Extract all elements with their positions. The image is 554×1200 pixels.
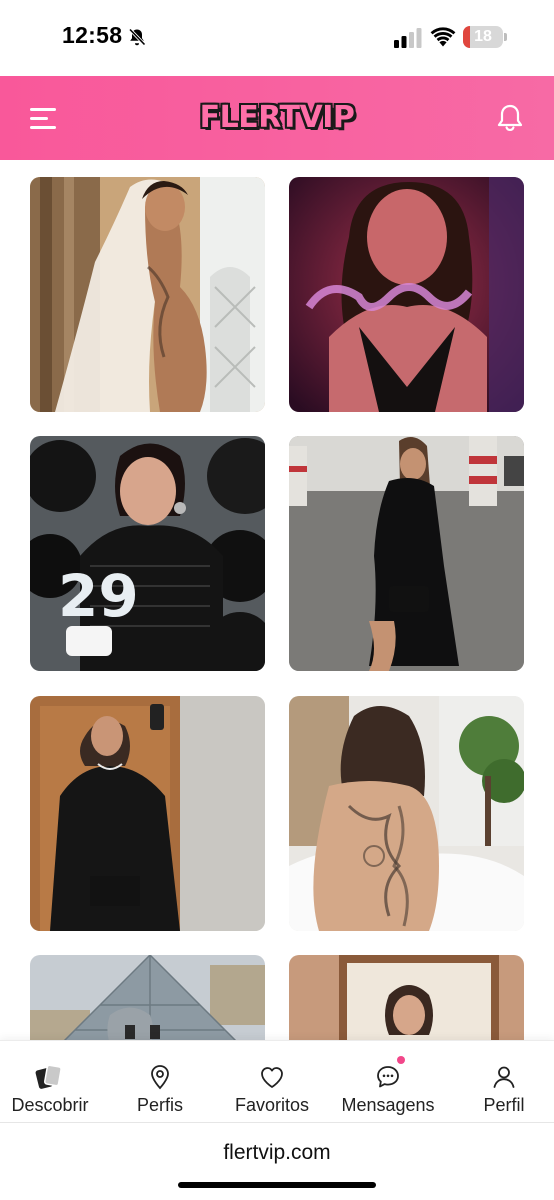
profile-photo bbox=[30, 696, 265, 931]
profile-photo bbox=[289, 436, 524, 671]
svg-text:29: 29 bbox=[58, 562, 139, 630]
profile-card[interactable] bbox=[30, 177, 265, 412]
home-indicator[interactable] bbox=[178, 1182, 376, 1188]
status-bar: 12:58 18 bbox=[0, 0, 554, 76]
app-header: FLERTVIP bbox=[0, 76, 554, 160]
cellular-signal-icon bbox=[394, 28, 422, 48]
profile-grid: 29 bbox=[0, 160, 554, 1040]
profile-photo bbox=[289, 696, 524, 931]
browser-url-bar: flertvip.com bbox=[0, 1122, 554, 1200]
cards-icon bbox=[35, 1064, 62, 1089]
wifi-icon bbox=[430, 27, 456, 47]
profile-photo bbox=[289, 177, 524, 412]
profile-card[interactable] bbox=[30, 955, 265, 1040]
profile-card[interactable]: 29 bbox=[30, 436, 265, 671]
nav-label: Perfil bbox=[483, 1095, 525, 1115]
profile-photo: 29 bbox=[30, 436, 265, 671]
app-screen: 12:58 18 FLERTVIP 29 Descobrir Perfis Fa… bbox=[0, 0, 554, 1200]
bell-slash-icon bbox=[128, 28, 146, 46]
profile-card[interactable] bbox=[289, 955, 524, 1040]
bottom-nav: Descobrir Perfis Favoritos Mensagens Per… bbox=[0, 1040, 554, 1122]
chat-bubble-icon bbox=[377, 1066, 399, 1088]
nav-item-perfil[interactable]: Perfil bbox=[460, 1041, 548, 1123]
url-text[interactable]: flertvip.com bbox=[0, 1141, 554, 1165]
nav-label: Descobrir bbox=[11, 1095, 89, 1115]
nav-item-mensagens[interactable]: Mensagens bbox=[332, 1041, 444, 1123]
battery-level: 18 bbox=[474, 28, 492, 45]
hamburger-menu-icon[interactable] bbox=[30, 106, 58, 130]
profile-card[interactable] bbox=[289, 177, 524, 412]
nav-item-favoritos[interactable]: Favoritos bbox=[222, 1041, 322, 1123]
logo[interactable]: FLERTVIP bbox=[199, 98, 355, 138]
profile-card[interactable] bbox=[289, 696, 524, 931]
profile-photo bbox=[289, 955, 524, 1040]
nav-label: Perfis bbox=[136, 1095, 183, 1115]
user-icon bbox=[493, 1066, 515, 1088]
battery-indicator: 18 bbox=[463, 26, 507, 48]
nav-item-descobrir[interactable]: Descobrir bbox=[0, 1041, 100, 1123]
profile-card[interactable] bbox=[30, 696, 265, 931]
nav-label: Favoritos bbox=[234, 1095, 310, 1115]
unread-badge bbox=[397, 1056, 405, 1064]
profile-card[interactable] bbox=[289, 436, 524, 671]
heart-icon bbox=[261, 1067, 283, 1088]
map-pin-icon bbox=[151, 1065, 169, 1090]
nav-label: Mensagens bbox=[341, 1095, 435, 1115]
logo-text: FLERTVIP bbox=[199, 100, 355, 135]
profile-photo bbox=[30, 955, 265, 1040]
profile-photo bbox=[30, 177, 265, 412]
bell-icon[interactable] bbox=[494, 102, 526, 134]
status-time: 12:58 bbox=[62, 22, 123, 48]
nav-item-perfis[interactable]: Perfis bbox=[110, 1041, 210, 1123]
